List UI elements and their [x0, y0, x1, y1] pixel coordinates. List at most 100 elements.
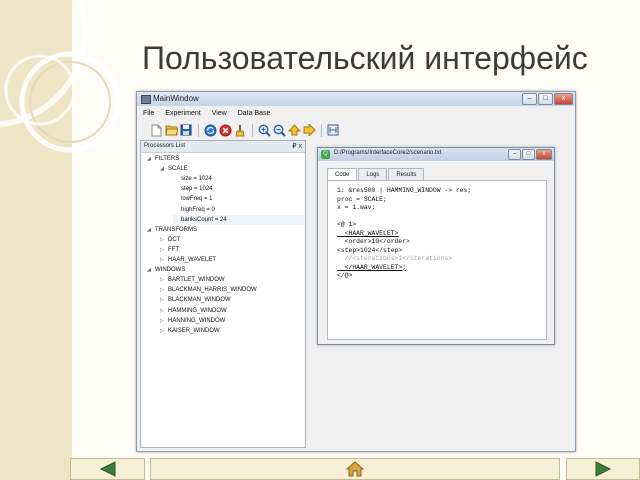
menu-data-base[interactable]: Data Base: [232, 107, 276, 120]
minimize-button[interactable]: –: [522, 93, 537, 105]
tree-item[interactable]: ◢ WINDOWS: [147, 265, 304, 275]
tree-item[interactable]: ▷ HANNING_WINDOW: [160, 316, 304, 326]
tree-item[interactable]: ◢ TRANSFORMS: [147, 225, 304, 235]
main-titlebar[interactable]: MainWindow – □ x: [137, 92, 575, 106]
slide-title: Пользовательский интерфейс: [142, 40, 588, 76]
maximize-button[interactable]: □: [538, 93, 553, 105]
refresh-icon[interactable]: [203, 123, 217, 137]
collapsed-arrow-icon[interactable]: ▷: [160, 316, 168, 326]
menu-file[interactable]: File: [137, 107, 159, 120]
tree-item[interactable]: step = 1024: [173, 184, 304, 194]
close-button[interactable]: x: [554, 93, 573, 105]
stop-icon[interactable]: [218, 123, 232, 137]
tree-item[interactable]: ◢ SCALE: [160, 164, 304, 174]
expanded-arrow-icon[interactable]: ◢: [147, 154, 155, 164]
export-icon[interactable]: [326, 123, 340, 137]
arrow-forward-icon[interactable]: [302, 123, 316, 137]
tree-item-label: FFT: [168, 246, 179, 253]
scenario-window: Q D:/Programs/InterfaceCore2/scenario.tx…: [317, 147, 555, 345]
tree-item-label: HANNING_WINDOW: [168, 317, 226, 324]
tree-item[interactable]: ▷ DCT: [160, 235, 304, 245]
tree-item[interactable]: ◢ FILTERS: [147, 154, 304, 164]
tree-item-label: size = 1024: [181, 176, 212, 183]
triangle-right-icon: [595, 461, 612, 477]
tree-item[interactable]: ▷ FFT: [160, 245, 304, 255]
code-line: x = 1.wav;: [337, 204, 376, 211]
code-line: <HAAR_WAVELET>: [337, 229, 399, 237]
scenario-minimize-button[interactable]: –: [508, 149, 521, 160]
code-editor[interactable]: 1: &res500 | HAMMING_WINDOW -> res; proc …: [327, 180, 547, 340]
tree-item-label: SCALE: [168, 166, 188, 173]
collapsed-arrow-icon[interactable]: ▷: [160, 326, 168, 336]
tree-item[interactable]: ▷ BARTLET_WINDOW: [160, 275, 304, 285]
menu-experiment[interactable]: Experiment: [159, 107, 205, 120]
scenario-maximize-button[interactable]: □: [522, 149, 535, 160]
tree-item-label: BLACKMAN_HARRIS_WINDOW: [168, 287, 257, 294]
decorative-circles: [0, 0, 121, 153]
scenario-close-button[interactable]: x: [536, 149, 552, 160]
save-icon[interactable]: [179, 123, 193, 137]
back-button[interactable]: [70, 458, 145, 480]
forward-button[interactable]: [566, 458, 640, 480]
tree-item[interactable]: ▷ KAISER_WINDOW: [160, 326, 304, 336]
code-line: <@ 1>: [337, 221, 357, 228]
tree-item-label: HAAR_WAVELET: [168, 257, 217, 263]
tree-item[interactable]: ▷ HAMMING_WINDOW: [160, 306, 304, 316]
window-app-icon: [141, 95, 151, 104]
toolbar-separator: [198, 123, 199, 137]
tree-item-label: WINDOWS: [155, 267, 186, 274]
expanded-arrow-icon[interactable]: ◢: [160, 164, 168, 174]
tree-item-label: banksCount = 24: [181, 216, 227, 223]
main-window: MainWindow – □ x File Experiment View Da…: [136, 91, 576, 452]
qt-app-icon: Q: [321, 150, 330, 159]
tree-item-label: lowFreq = 1: [181, 196, 213, 203]
tree-item[interactable]: banksCount = 24: [173, 214, 304, 225]
expanded-arrow-icon[interactable]: ◢: [147, 265, 155, 275]
arrow-up-icon[interactable]: [287, 123, 301, 137]
collapsed-arrow-icon[interactable]: ▷: [160, 275, 168, 285]
window-title: MainWindow: [153, 94, 199, 103]
expanded-arrow-icon[interactable]: ◢: [147, 225, 155, 235]
tree-item[interactable]: highFreq = 0: [173, 205, 304, 215]
code-line: <order>10</order>: [337, 238, 410, 245]
menu-view[interactable]: View: [206, 107, 232, 120]
triangle-left-icon: [99, 461, 115, 477]
tree-item-label: HAMMING_WINDOW: [168, 307, 227, 314]
processors-panel: Processors List ₽ x ◢ FILTERS ◢ SCALE size =…: [140, 140, 306, 448]
collapsed-arrow-icon[interactable]: ▷: [160, 295, 168, 305]
code-line: 1: &res500 | HAMMING_WINDOW -> res;: [337, 187, 472, 194]
panel-title: Processors List: [144, 143, 186, 149]
panel-header: Processors List ₽ x: [141, 141, 305, 153]
tree-item-label: FILTERS: [155, 156, 180, 162]
home-button[interactable]: [150, 458, 560, 480]
toolbar: [149, 122, 341, 138]
collapsed-arrow-icon[interactable]: ▷: [160, 255, 168, 265]
collapsed-arrow-icon[interactable]: ▷: [160, 306, 168, 316]
tree-item[interactable]: ▷ HAAR_WAVELET: [160, 255, 304, 265]
new-file-icon[interactable]: [149, 123, 163, 137]
scenario-title: D:/Programs/InterfaceCore2/scenario.txt: [334, 150, 442, 156]
tree-item[interactable]: ▷ BLACKMAN_HARRIS_WINDOW: [160, 285, 304, 295]
code-line: </@>: [337, 272, 353, 279]
brush-icon[interactable]: [233, 123, 247, 137]
collapsed-arrow-icon[interactable]: ▷: [160, 285, 168, 295]
zoom-out-icon[interactable]: [272, 123, 286, 137]
tree-item[interactable]: ▷ BLACKMAN_WINDOW: [160, 295, 304, 305]
code-line: proc = SCALE;: [337, 195, 387, 203]
tree-item-label: highFreq = 0: [181, 206, 215, 213]
scenario-titlebar[interactable]: Q D:/Programs/InterfaceCore2/scenario.tx…: [318, 148, 554, 161]
tree-item-label: BARTLET_WINDOW: [168, 277, 225, 284]
open-folder-icon[interactable]: [164, 123, 178, 137]
collapsed-arrow-icon[interactable]: ▷: [160, 235, 168, 245]
toolbar-separator: [252, 123, 253, 137]
code-line: </HAAR_WAVELET>;: [337, 263, 407, 271]
panel-controls[interactable]: ₽ x: [292, 142, 302, 150]
code-line: //<iterations>1</iterations>: [337, 255, 453, 262]
tree-item[interactable]: size = 1024: [173, 174, 304, 184]
tree-item[interactable]: lowFreq = 1: [173, 194, 304, 204]
tree-item-label: TRANSFORMS: [155, 226, 197, 233]
zoom-in-icon[interactable]: [257, 123, 271, 137]
collapsed-arrow-icon[interactable]: ▷: [160, 245, 168, 255]
tree-item-label: step = 1024: [181, 186, 213, 193]
tree-item-label: BLACKMAN_WINDOW: [168, 297, 231, 304]
